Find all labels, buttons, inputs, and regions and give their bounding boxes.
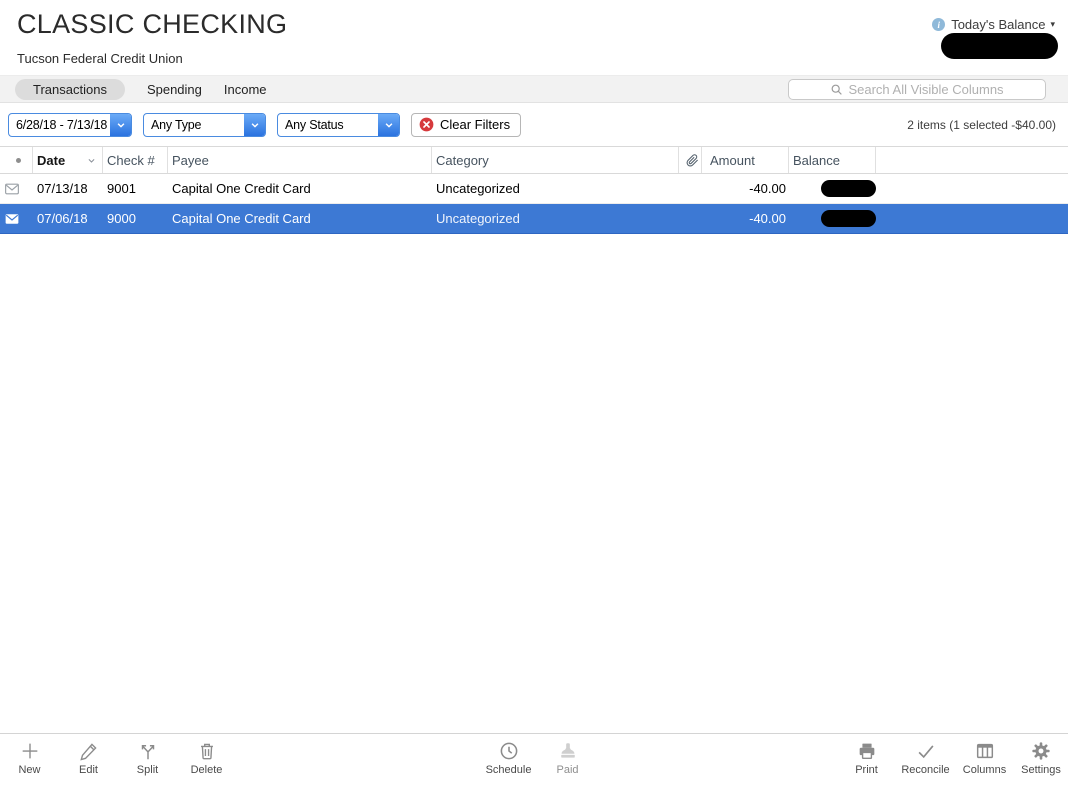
bottom-toolbar: New Edit Split Delete [0, 733, 1068, 785]
filter-row: 6/28/18 - 7/13/18 Any Type Any Status Cl… [0, 103, 1068, 146]
edit-button[interactable]: Edit [59, 734, 118, 785]
balance-label: Today's Balance [951, 17, 1045, 32]
clear-filters-label: Clear Filters [440, 117, 510, 132]
chevron-down-icon [378, 114, 399, 136]
page-title: CLASSIC CHECKING [17, 9, 287, 40]
cell-category: Uncategorized [432, 181, 679, 196]
account-institution: Tucson Federal Credit Union [17, 51, 183, 66]
chevron-down-icon [244, 114, 265, 136]
sort-chevron-icon [87, 156, 96, 165]
column-header-balance[interactable]: Balance [789, 147, 876, 173]
transaction-row-selected[interactable]: 07/06/18 9000 Capital One Credit Card Un… [0, 204, 1068, 234]
cell-date: 07/13/18 [33, 181, 103, 196]
gear-icon [1030, 740, 1052, 762]
print-button[interactable]: Print [837, 734, 896, 785]
plus-icon [19, 740, 41, 762]
cell-check: 9001 [103, 181, 168, 196]
cell-amount: -40.00 [702, 181, 789, 196]
transaction-row[interactable]: 07/13/18 9001 Capital One Credit Card Un… [0, 174, 1068, 204]
cell-balance [789, 210, 876, 227]
printer-icon [856, 740, 878, 762]
cell-check: 9000 [103, 211, 168, 226]
clock-icon [498, 740, 520, 762]
table-header-row: Date Check # Payee Category Amount Balan… [0, 146, 1068, 174]
split-arrows-icon [137, 740, 159, 762]
search-placeholder: Search All Visible Columns [848, 82, 1003, 97]
dot-icon [16, 158, 21, 163]
pencil-icon [78, 740, 100, 762]
chevron-down-icon: ▾ [1050, 19, 1055, 30]
column-header-attachment[interactable] [679, 147, 702, 173]
balance-redacted [821, 180, 876, 197]
todays-balance-selector[interactable]: i Today's Balance ▾ [932, 17, 1055, 32]
new-button[interactable]: New [0, 734, 59, 785]
info-icon: i [932, 18, 945, 31]
tab-spending[interactable]: Spending [147, 79, 202, 100]
cell-category: Uncategorized [432, 211, 679, 226]
envelope-icon [0, 182, 33, 196]
envelope-icon [0, 212, 33, 226]
chevron-down-icon [110, 114, 131, 136]
type-filter-select[interactable]: Any Type [143, 113, 266, 137]
cell-date: 07/06/18 [33, 211, 103, 226]
cell-payee: Capital One Credit Card [168, 181, 432, 196]
status-filter-value: Any Status [278, 114, 378, 136]
cell-amount: -40.00 [702, 211, 789, 226]
checkmark-icon [915, 740, 937, 762]
columns-button[interactable]: Columns [955, 734, 1014, 785]
date-range-select[interactable]: 6/28/18 - 7/13/18 [8, 113, 132, 137]
transactions-table: Date Check # Payee Category Amount Balan… [0, 146, 1068, 733]
view-tabbar: Transactions Spending Income Search All … [0, 75, 1068, 103]
clear-filters-icon [419, 117, 434, 132]
column-header-filler [876, 147, 1068, 173]
items-summary: 2 items (1 selected -$40.00) [907, 118, 1056, 132]
split-button[interactable]: Split [118, 734, 177, 785]
trash-icon [196, 740, 218, 762]
table-empty-area [0, 234, 1068, 733]
cell-balance [789, 180, 876, 197]
column-header-check[interactable]: Check # [103, 147, 168, 173]
schedule-button[interactable]: Schedule [479, 734, 538, 785]
search-icon [830, 83, 843, 96]
tab-transactions[interactable]: Transactions [15, 79, 125, 100]
column-header-status[interactable] [0, 147, 33, 173]
column-header-amount[interactable]: Amount [702, 147, 789, 173]
paid-button[interactable]: Paid [538, 734, 597, 785]
settings-button[interactable]: Settings [1014, 734, 1068, 785]
column-header-payee[interactable]: Payee [168, 147, 432, 173]
type-filter-value: Any Type [144, 114, 244, 136]
clear-filters-button[interactable]: Clear Filters [411, 113, 521, 137]
column-header-date[interactable]: Date [33, 147, 103, 173]
balance-redacted [821, 210, 876, 227]
paperclip-icon [686, 154, 699, 167]
cell-payee: Capital One Credit Card [168, 211, 432, 226]
tab-income[interactable]: Income [224, 79, 267, 100]
date-range-value: 6/28/18 - 7/13/18 [9, 114, 110, 136]
reconcile-button[interactable]: Reconcile [896, 734, 955, 785]
status-filter-select[interactable]: Any Status [277, 113, 400, 137]
account-header: CLASSIC CHECKING Tucson Federal Credit U… [0, 0, 1068, 75]
columns-icon [974, 740, 996, 762]
account-register-window: CLASSIC CHECKING Tucson Federal Credit U… [0, 0, 1068, 785]
search-input[interactable]: Search All Visible Columns [788, 79, 1046, 100]
balance-value-redacted [941, 33, 1058, 59]
delete-button[interactable]: Delete [177, 734, 236, 785]
column-header-category[interactable]: Category [432, 147, 679, 173]
stamp-icon [557, 740, 579, 762]
